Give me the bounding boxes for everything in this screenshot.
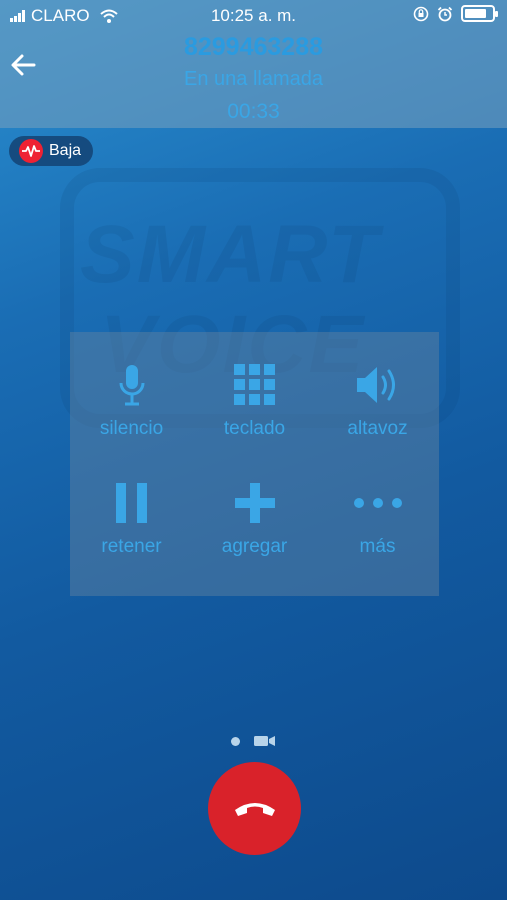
call-quality-badge: Baja <box>9 136 93 166</box>
speaker-icon <box>356 367 395 403</box>
more-icon <box>353 498 402 508</box>
page-dot-active[interactable] <box>231 736 240 746</box>
call-duration: 00:33 <box>227 100 280 123</box>
pulse-icon <box>19 139 43 163</box>
speaker-button[interactable]: altavoz <box>316 332 439 442</box>
call-quality-label: Baja <box>49 142 82 159</box>
speaker-label: altavoz <box>347 418 408 439</box>
alarm-icon <box>437 6 453 21</box>
call-screen: CLARO 10:25 a. m. 8299463288 En una llam… <box>0 0 507 900</box>
hold-label: retener <box>101 536 162 557</box>
phone-hangup-icon <box>234 802 275 816</box>
video-camera-icon[interactable] <box>254 735 276 747</box>
add-call-label: agregar <box>221 536 288 557</box>
keypad-label: teclado <box>223 418 286 439</box>
mute-button[interactable]: silencio <box>70 332 193 442</box>
caller-number: 8299463288 <box>183 33 324 61</box>
page-indicator[interactable] <box>231 735 276 747</box>
battery-icon <box>461 5 498 22</box>
more-button[interactable]: más <box>316 450 439 560</box>
add-call-button[interactable]: agregar <box>193 450 316 560</box>
call-state: En una llamada <box>184 68 323 90</box>
plus-icon <box>234 483 275 523</box>
status-right <box>413 5 498 22</box>
hold-button[interactable]: retener <box>70 450 193 560</box>
call-header: 8299463288 En una llamada 00:33 <box>0 30 507 128</box>
hang-up-button[interactable] <box>208 762 301 855</box>
call-controls: silencio teclado altavoz retener agregar… <box>70 332 439 596</box>
keypad-icon <box>233 364 275 405</box>
more-label: más <box>359 536 396 557</box>
microphone-icon <box>119 365 144 406</box>
keypad-button[interactable]: teclado <box>193 332 316 442</box>
status-bar: CLARO 10:25 a. m. <box>0 0 507 30</box>
orientation-lock-icon <box>413 6 429 21</box>
mute-label: silencio <box>99 418 164 439</box>
pause-icon <box>115 483 147 523</box>
